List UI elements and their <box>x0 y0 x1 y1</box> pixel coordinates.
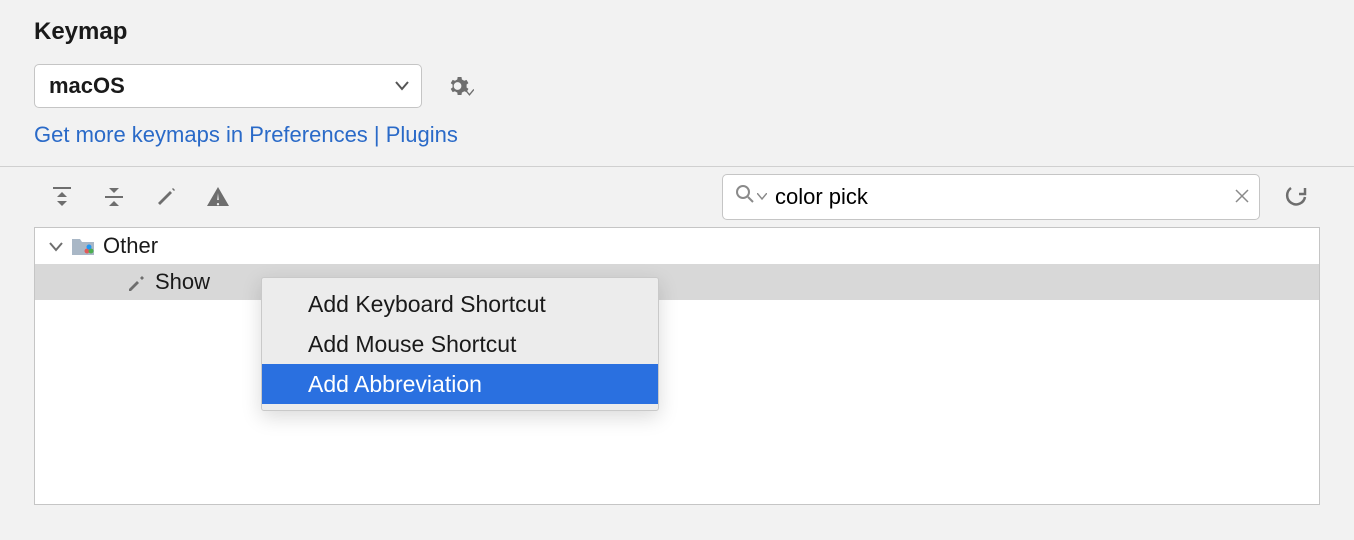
context-menu: Add Keyboard Shortcut Add Mouse Shortcut… <box>261 277 659 411</box>
menu-item-add-mouse-shortcut[interactable]: Add Mouse Shortcut <box>262 324 658 364</box>
find-action-button[interactable] <box>1276 175 1320 219</box>
tree-item-show-color-picker[interactable]: Show <box>35 264 1319 300</box>
search-input[interactable] <box>775 184 1235 210</box>
folder-icon <box>71 236 95 256</box>
plugins-link[interactable]: Get more keymaps in Preferences | Plugin… <box>34 122 1320 148</box>
chevron-down-icon <box>395 81 409 91</box>
keymap-select[interactable]: macOS <box>34 64 422 108</box>
action-tree[interactable]: Other Show Add Keyboard Shortcut Add Mou… <box>34 227 1320 505</box>
gear-icon[interactable] <box>446 72 474 100</box>
search-box[interactable] <box>722 174 1260 220</box>
tree-group-label: Other <box>103 233 158 259</box>
tree-item-label: Show <box>155 269 210 295</box>
color-picker-icon <box>125 271 147 293</box>
search-dropdown-icon[interactable] <box>757 193 767 201</box>
page-title: Keymap <box>34 18 1320 46</box>
tree-group-other[interactable]: Other <box>35 228 1319 264</box>
menu-item-add-abbreviation[interactable]: Add Abbreviation <box>262 364 658 404</box>
chevron-down-icon <box>49 233 63 259</box>
menu-item-add-keyboard-shortcut[interactable]: Add Keyboard Shortcut <box>262 284 658 324</box>
search-icon <box>735 184 755 210</box>
expand-all-button[interactable] <box>40 175 84 219</box>
edit-button[interactable] <box>144 175 188 219</box>
collapse-all-button[interactable] <box>92 175 136 219</box>
warning-button[interactable] <box>196 175 240 219</box>
clear-search-icon[interactable] <box>1235 186 1249 209</box>
keymap-select-value: macOS <box>49 73 125 99</box>
